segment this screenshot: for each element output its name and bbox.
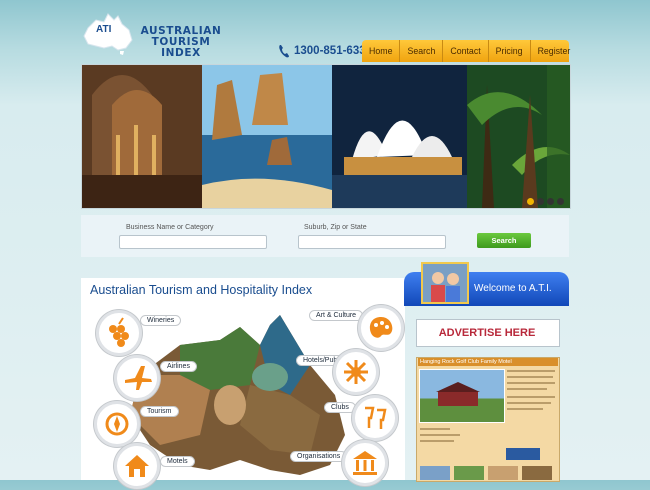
nav-register[interactable]: Register: [531, 40, 578, 62]
location-search-input[interactable]: [298, 235, 446, 249]
listing-text-line: [507, 382, 555, 384]
business-search-input[interactable]: [119, 235, 267, 249]
phone-contact[interactable]: 1300-851-633: [278, 43, 366, 59]
listing-text-line: [507, 396, 555, 398]
grapes-icon: [109, 317, 129, 347]
listing-text-line: [507, 370, 555, 372]
site-title-line2: TOURISM INDEX: [151, 36, 211, 59]
listing-badge[interactable]: [506, 448, 540, 460]
listing-thumb-2[interactable]: [454, 466, 484, 480]
business-label: Business Name or Category: [126, 224, 214, 231]
listing-thumb-4[interactable]: [522, 466, 552, 480]
palette-icon: [369, 317, 393, 338]
glasses-icon: [365, 406, 387, 429]
category-tourism-label[interactable]: Tourism: [140, 406, 179, 417]
nav-home[interactable]: Home: [362, 40, 401, 62]
slider-dot-4[interactable]: [557, 198, 564, 205]
nav-search[interactable]: Search: [400, 40, 444, 62]
listing-photo[interactable]: [419, 369, 505, 423]
slider-dot-3[interactable]: [547, 198, 554, 205]
listing-thumb-1[interactable]: [420, 466, 450, 480]
main-nav: Home Search Contact Pricing Register: [362, 40, 570, 62]
phone-icon: [279, 45, 289, 58]
site-title[interactable]: AUSTRALIAN TOURISM INDEX: [138, 26, 224, 59]
banner-collage-image: [82, 65, 570, 208]
category-wineries-button[interactable]: [96, 310, 142, 356]
category-organisations-label[interactable]: Organisations: [290, 451, 348, 462]
listing-text-line: [507, 376, 553, 378]
category-art-button[interactable]: [358, 305, 404, 351]
welcome-family-photo: [421, 262, 469, 304]
listing-title[interactable]: Hanging Rock Golf Club Family Motel: [418, 358, 558, 366]
listing-text-line: [507, 388, 547, 390]
search-button[interactable]: Search: [477, 233, 531, 248]
category-tourism-button[interactable]: [94, 401, 140, 447]
logo-badge: ATI: [96, 24, 112, 35]
star-icon: [344, 360, 368, 384]
listing-text-line: [507, 402, 551, 404]
category-motels-button[interactable]: [114, 443, 160, 489]
nav-contact[interactable]: Contact: [443, 40, 489, 62]
category-clubs-button[interactable]: [352, 395, 398, 441]
category-art-label[interactable]: Art & Culture: [309, 310, 364, 321]
nav-pricing[interactable]: Pricing: [489, 40, 531, 62]
compass-icon: [105, 412, 129, 436]
house-icon: [125, 455, 149, 477]
category-clubs-label[interactable]: Clubs: [324, 402, 356, 413]
listing-text-line: [507, 408, 543, 410]
phone-number: 1300-851-633: [294, 45, 366, 57]
page-title: Australian Tourism and Hospitality Index: [90, 283, 313, 297]
location-label: Suburb, Zip or State: [304, 224, 367, 231]
hero-banner[interactable]: [81, 64, 571, 209]
category-hotels-button[interactable]: [333, 349, 379, 395]
category-organisations-button[interactable]: [342, 440, 388, 486]
slider-dot-1[interactable]: [527, 198, 534, 205]
category-airlines-label[interactable]: Airlines: [160, 361, 197, 372]
listing-text-line: [420, 428, 450, 430]
advertise-here-button[interactable]: ADVERTISE HERE: [416, 327, 558, 339]
listing-text-line: [420, 434, 460, 436]
category-wineries-label[interactable]: Wineries: [140, 315, 182, 326]
listing-thumb-3[interactable]: [488, 466, 518, 480]
slider-dot-2[interactable]: [537, 198, 544, 205]
building-icon: [353, 451, 377, 475]
welcome-text: Welcome to A.T.I.: [474, 283, 552, 294]
listing-text-line: [420, 440, 454, 442]
category-motels-label[interactable]: Motels: [160, 456, 195, 467]
category-airlines-button[interactable]: [114, 355, 160, 401]
airplane-icon: [125, 366, 152, 390]
